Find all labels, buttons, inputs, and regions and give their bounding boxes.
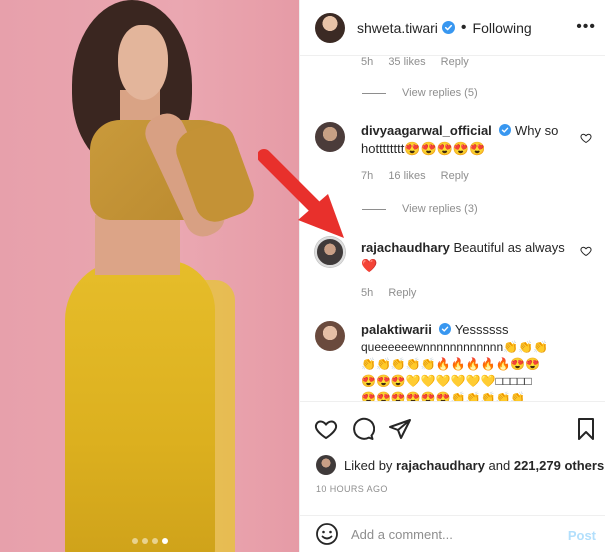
view-replies-label: View replies (3)	[402, 203, 478, 215]
comment-input[interactable]	[351, 526, 551, 542]
commenter-username[interactable]: rajachaudhary	[361, 240, 450, 255]
liked-by-connector: and	[484, 457, 514, 473]
comment-text-line: queeeeeewnnnnnnnnnnnn👏👏👏	[361, 340, 548, 354]
image-face	[118, 25, 168, 100]
commenter-username[interactable]: palaktiwarii	[361, 322, 432, 337]
image-skirt	[65, 260, 215, 552]
view-replies-label: View replies (5)	[402, 87, 478, 99]
heart-emoji: ❤️	[361, 258, 378, 273]
comment-meta: 7h 16 likes Reply	[361, 170, 576, 182]
comment-time: 5h	[361, 287, 374, 299]
carousel-dot	[131, 538, 138, 544]
header-separator: •	[460, 18, 467, 36]
verified-icon	[499, 124, 512, 136]
post-header: shweta.tiwari • Following •••	[300, 0, 605, 56]
carousel-indicator	[0, 538, 299, 544]
verified-icon	[439, 323, 452, 335]
comment-text-block: divyaagarwal_official Why so hotttttttt😍…	[361, 122, 576, 158]
post-timestamp: 10 HOURS AGO	[316, 484, 388, 494]
comment-text: Beautiful as always	[453, 240, 565, 255]
post-image[interactable]	[0, 0, 299, 552]
likes-count[interactable]: 221,279 others	[514, 458, 604, 473]
comment-item-highlighted: rajachaudhary Beautiful as always ❤️ 5h …	[315, 237, 600, 299]
liked-by-text[interactable]: Liked by rajachaudhary and 221,279 other…	[344, 458, 604, 473]
reply-button[interactable]: Reply	[441, 170, 469, 182]
like-comment-icon[interactable]	[580, 132, 592, 144]
comment-time: 5h	[361, 56, 374, 68]
view-replies-button[interactable]: View replies (3)	[362, 203, 605, 215]
reply-button[interactable]: Reply	[441, 56, 469, 68]
comment-likes[interactable]: 16 likes	[388, 170, 425, 182]
comment-text-block: rajachaudhary Beautiful as always ❤️	[361, 239, 576, 275]
comment-body: palaktiwarii Yessssss queeeeeewnnnnnnnnn…	[361, 321, 586, 401]
save-bookmark-icon[interactable]	[574, 417, 598, 441]
comment-emoji-line: 😍😍😍💛💛💛💛💛💛□□□□□	[361, 374, 532, 388]
owner-avatar[interactable]	[315, 12, 345, 43]
like-comment-icon[interactable]	[580, 245, 592, 257]
comment-emoji-line: 😍😍😍😍😍😍👏👏👏👏👏	[361, 391, 526, 401]
replies-line	[362, 208, 386, 210]
comment-body: rajachaudhary Beautiful as always ❤️ 5h …	[361, 239, 576, 299]
comments-list[interactable]: 5h 35 likes Reply View replies (5) divya…	[300, 56, 605, 401]
liked-by-prefix: Liked by	[344, 457, 397, 473]
reply-button[interactable]: Reply	[388, 287, 416, 299]
verified-icon	[441, 21, 455, 34]
share-paper-plane-icon[interactable]	[388, 417, 412, 441]
carousel-dot	[141, 538, 148, 544]
more-options-icon[interactable]: •••	[576, 18, 596, 36]
comment-text-block: palaktiwarii Yessssss	[361, 321, 586, 339]
commenter-avatar[interactable]	[315, 122, 345, 152]
comment-time: 7h	[361, 170, 374, 182]
like-heart-icon[interactable]	[314, 417, 338, 441]
liker-username[interactable]: rajachaudhary	[396, 458, 485, 473]
post-details-pane: shweta.tiwari • Following ••• 5h 35 like…	[299, 0, 605, 552]
view-replies-button[interactable]: View replies (5)	[362, 87, 605, 99]
comment-item: palaktiwarii Yessssss queeeeeewnnnnnnnnn…	[315, 321, 600, 401]
comment-meta: 5h 35 likes Reply	[361, 56, 605, 68]
owner-username[interactable]: shweta.tiwari	[357, 20, 438, 36]
carousel-dot	[151, 538, 158, 544]
comment-meta: 5h Reply	[361, 287, 576, 299]
comment-text: Yessssss	[454, 322, 509, 337]
commenter-avatar[interactable]	[315, 321, 345, 351]
image-waist	[95, 215, 180, 275]
commenter-username[interactable]: divyaagarwal_official	[361, 123, 492, 138]
action-bar	[300, 401, 605, 451]
emoji-smiley-icon[interactable]	[315, 522, 339, 546]
comment-bubble-icon[interactable]	[351, 417, 375, 441]
comment-item: divyaagarwal_official Why so hotttttttt😍…	[315, 122, 600, 182]
instagram-post: shweta.tiwari • Following ••• 5h 35 like…	[0, 0, 605, 552]
post-comment-button[interactable]: Post	[568, 528, 596, 543]
comment-emoji-line: 👏👏👏👏👏🔥🔥🔥🔥🔥😍😍	[361, 357, 541, 371]
add-comment-bar: Post	[300, 515, 605, 552]
liker-avatar[interactable]	[316, 455, 336, 475]
carousel-dot-active	[161, 538, 168, 544]
liked-by-summary: Liked by rajachaudhary and 221,279 other…	[316, 455, 605, 475]
comment-likes[interactable]: 35 likes	[388, 56, 425, 68]
comment-body: divyaagarwal_official Why so hotttttttt😍…	[361, 122, 576, 182]
replies-line	[362, 92, 386, 94]
following-button[interactable]: Following	[473, 20, 532, 36]
commenter-avatar[interactable]	[315, 237, 345, 267]
